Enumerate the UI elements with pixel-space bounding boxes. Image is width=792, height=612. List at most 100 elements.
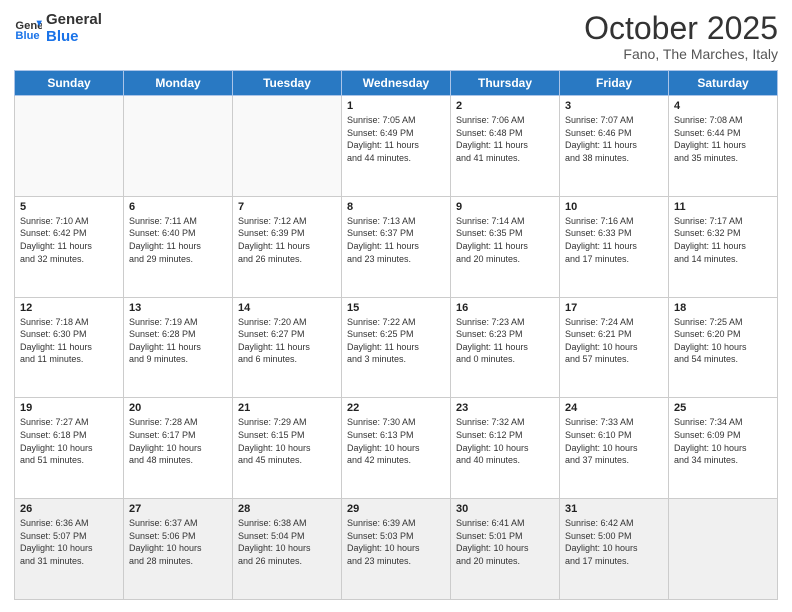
day-number: 16 xyxy=(456,302,554,314)
day-info: Sunrise: 7:10 AM Sunset: 6:42 PM Dayligh… xyxy=(20,215,118,265)
calendar-cell: 23Sunrise: 7:32 AM Sunset: 6:12 PM Dayli… xyxy=(451,398,560,499)
day-number: 26 xyxy=(20,503,118,515)
calendar-cell: 26 Sunrise: 6:36 AM Sunset: 5:07 PM Dayli… xyxy=(15,499,124,600)
header: General Blue General Blue October 2025 F… xyxy=(14,12,778,62)
day-info: Sunrise: 6:37 AM Sunset: 5:06 PM Dayligh… xyxy=(129,517,227,567)
col-tuesday: Tuesday xyxy=(233,71,342,96)
day-number: 21 xyxy=(238,402,336,414)
day-number: 31 xyxy=(565,503,663,515)
page: General Blue General Blue October 2025 F… xyxy=(0,0,792,612)
calendar-cell: 9Sunrise: 7:14 AM Sunset: 6:35 PM Daylig… xyxy=(451,196,560,297)
day-number: 3 xyxy=(565,100,663,112)
calendar-cell: 2 Sunrise: 7:06 AM Sunset: 6:48 PM Daylig… xyxy=(451,96,560,197)
day-number: 5 xyxy=(20,201,118,213)
day-number: 7 xyxy=(238,201,336,213)
day-number: 30 xyxy=(456,503,554,515)
day-number: 19 xyxy=(20,402,118,414)
day-info: Sunrise: 6:36 AM Sunset: 5:07 PM Dayligh… xyxy=(20,517,118,567)
calendar-cell: 4Sunrise: 7:08 AM Sunset: 6:44 PM Daylig… xyxy=(669,96,778,197)
day-info: Sunrise: 7:25 AM Sunset: 6:20 PM Dayligh… xyxy=(674,316,772,366)
day-info: Sunrise: 7:24 AM Sunset: 6:21 PM Dayligh… xyxy=(565,316,663,366)
day-info: Sunrise: 7:08 AM Sunset: 6:44 PM Dayligh… xyxy=(674,114,772,164)
day-info: Sunrise: 7:22 AM Sunset: 6:25 PM Dayligh… xyxy=(347,316,445,366)
calendar-cell xyxy=(15,96,124,197)
day-info: Sunrise: 7:12 AM Sunset: 6:39 PM Dayligh… xyxy=(238,215,336,265)
day-number: 22 xyxy=(347,402,445,414)
day-info: Sunrise: 7:11 AM Sunset: 6:40 PM Dayligh… xyxy=(129,215,227,265)
logo-icon: General Blue xyxy=(14,15,42,43)
day-info: Sunrise: 6:39 AM Sunset: 5:03 PM Dayligh… xyxy=(347,517,445,567)
logo-blue: Blue xyxy=(46,29,102,46)
day-info: Sunrise: 7:32 AM Sunset: 6:12 PM Dayligh… xyxy=(456,416,554,466)
calendar-cell xyxy=(669,499,778,600)
calendar-cell: 14Sunrise: 7:20 AM Sunset: 6:27 PM Dayli… xyxy=(233,297,342,398)
calendar-cell xyxy=(124,96,233,197)
calendar-cell: 28Sunrise: 6:38 AM Sunset: 5:04 PM Dayli… xyxy=(233,499,342,600)
calendar-cell: 31Sunrise: 6:42 AM Sunset: 5:00 PM Dayli… xyxy=(560,499,669,600)
day-number: 13 xyxy=(129,302,227,314)
calendar-cell: 24Sunrise: 7:33 AM Sunset: 6:10 PM Dayli… xyxy=(560,398,669,499)
day-number: 18 xyxy=(674,302,772,314)
calendar-cell xyxy=(233,96,342,197)
day-number: 2 xyxy=(456,100,554,112)
day-number: 12 xyxy=(20,302,118,314)
calendar-cell: 29 Sunrise: 6:39 AM Sunset: 5:03 PM Dayli… xyxy=(342,499,451,600)
calendar-cell: 10 Sunrise: 7:16 AM Sunset: 6:33 PM Dayli… xyxy=(560,196,669,297)
day-number: 8 xyxy=(347,201,445,213)
calendar-cell: 15 Sunrise: 7:22 AM Sunset: 6:25 PM Dayli… xyxy=(342,297,451,398)
calendar-cell: 8 Sunrise: 7:13 AM Sunset: 6:37 PM Daylig… xyxy=(342,196,451,297)
calendar-cell: 17 Sunrise: 7:24 AM Sunset: 6:21 PM Dayli… xyxy=(560,297,669,398)
calendar-cell: 22 Sunrise: 7:30 AM Sunset: 6:13 PM Dayli… xyxy=(342,398,451,499)
calendar-cell: 20 Sunrise: 7:28 AM Sunset: 6:17 PM Dayli… xyxy=(124,398,233,499)
day-info: Sunrise: 7:33 AM Sunset: 6:10 PM Dayligh… xyxy=(565,416,663,466)
col-thursday: Thursday xyxy=(451,71,560,96)
logo: General Blue General Blue xyxy=(14,12,102,45)
calendar-cell: 6 Sunrise: 7:11 AM Sunset: 6:40 PM Daylig… xyxy=(124,196,233,297)
day-info: Sunrise: 7:06 AM Sunset: 6:48 PM Dayligh… xyxy=(456,114,554,164)
day-info: Sunrise: 7:34 AM Sunset: 6:09 PM Dayligh… xyxy=(674,416,772,466)
calendar-cell: 7 Sunrise: 7:12 AM Sunset: 6:39 PM Daylig… xyxy=(233,196,342,297)
day-info: Sunrise: 7:28 AM Sunset: 6:17 PM Dayligh… xyxy=(129,416,227,466)
day-number: 14 xyxy=(238,302,336,314)
calendar-week-3: 12 Sunrise: 7:18 AM Sunset: 6:30 PM Dayli… xyxy=(15,297,778,398)
day-number: 20 xyxy=(129,402,227,414)
calendar-cell: 5 Sunrise: 7:10 AM Sunset: 6:42 PM Daylig… xyxy=(15,196,124,297)
day-number: 6 xyxy=(129,201,227,213)
calendar-cell: 27 Sunrise: 6:37 AM Sunset: 5:06 PM Dayli… xyxy=(124,499,233,600)
day-number: 9 xyxy=(456,201,554,213)
calendar-cell: 21Sunrise: 7:29 AM Sunset: 6:15 PM Dayli… xyxy=(233,398,342,499)
day-info: Sunrise: 6:38 AM Sunset: 5:04 PM Dayligh… xyxy=(238,517,336,567)
day-info: Sunrise: 7:07 AM Sunset: 6:46 PM Dayligh… xyxy=(565,114,663,164)
calendar-cell: 16 Sunrise: 7:23 AM Sunset: 6:23 PM Dayli… xyxy=(451,297,560,398)
calendar-header-row: Sunday Monday Tuesday Wednesday Thursday… xyxy=(15,71,778,96)
calendar-cell: 19Sunrise: 7:27 AM Sunset: 6:18 PM Dayli… xyxy=(15,398,124,499)
calendar-cell: 3 Sunrise: 7:07 AM Sunset: 6:46 PM Daylig… xyxy=(560,96,669,197)
day-info: Sunrise: 7:23 AM Sunset: 6:23 PM Dayligh… xyxy=(456,316,554,366)
day-number: 10 xyxy=(565,201,663,213)
col-saturday: Saturday xyxy=(669,71,778,96)
day-number: 29 xyxy=(347,503,445,515)
calendar-week-1: 1Sunrise: 7:05 AM Sunset: 6:49 PM Daylig… xyxy=(15,96,778,197)
svg-text:Blue: Blue xyxy=(15,29,39,41)
calendar-week-5: 26 Sunrise: 6:36 AM Sunset: 5:07 PM Dayli… xyxy=(15,499,778,600)
day-info: Sunrise: 7:13 AM Sunset: 6:37 PM Dayligh… xyxy=(347,215,445,265)
day-number: 27 xyxy=(129,503,227,515)
day-info: Sunrise: 7:16 AM Sunset: 6:33 PM Dayligh… xyxy=(565,215,663,265)
day-info: Sunrise: 7:30 AM Sunset: 6:13 PM Dayligh… xyxy=(347,416,445,466)
calendar-cell: 25 Sunrise: 7:34 AM Sunset: 6:09 PM Dayli… xyxy=(669,398,778,499)
day-info: Sunrise: 7:05 AM Sunset: 6:49 PM Dayligh… xyxy=(347,114,445,164)
calendar-table: Sunday Monday Tuesday Wednesday Thursday… xyxy=(14,70,778,600)
calendar-cell: 18 Sunrise: 7:25 AM Sunset: 6:20 PM Dayli… xyxy=(669,297,778,398)
day-number: 17 xyxy=(565,302,663,314)
day-number: 15 xyxy=(347,302,445,314)
day-info: Sunrise: 7:18 AM Sunset: 6:30 PM Dayligh… xyxy=(20,316,118,366)
calendar-cell: 30 Sunrise: 6:41 AM Sunset: 5:01 PM Dayli… xyxy=(451,499,560,600)
calendar-week-4: 19Sunrise: 7:27 AM Sunset: 6:18 PM Dayli… xyxy=(15,398,778,499)
location: Fano, The Marches, Italy xyxy=(584,46,778,62)
day-info: Sunrise: 7:17 AM Sunset: 6:32 PM Dayligh… xyxy=(674,215,772,265)
calendar-cell: 12 Sunrise: 7:18 AM Sunset: 6:30 PM Dayli… xyxy=(15,297,124,398)
day-number: 25 xyxy=(674,402,772,414)
calendar-week-2: 5 Sunrise: 7:10 AM Sunset: 6:42 PM Daylig… xyxy=(15,196,778,297)
day-info: Sunrise: 6:41 AM Sunset: 5:01 PM Dayligh… xyxy=(456,517,554,567)
col-wednesday: Wednesday xyxy=(342,71,451,96)
